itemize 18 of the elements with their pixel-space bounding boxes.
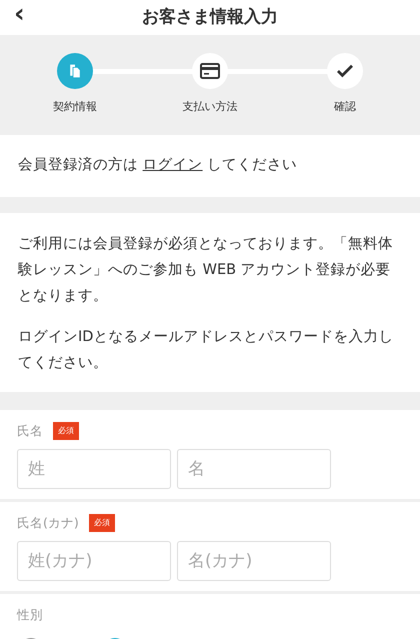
field-label: 氏名	[17, 422, 43, 440]
info-paragraph: ご利用には会員登録が必須となっております。「無料体験レッスン」へのご参加も WEB アカウント登録が必要となります。	[18, 235, 394, 306]
info-paragraph: ログインIDとなるメールアドレスとパスワードを入力してください。	[18, 328, 394, 373]
input-field[interactable]: 姓	[17, 449, 171, 489]
field-label: 氏名(カナ)	[17, 514, 79, 532]
step-label: 契約情報	[53, 99, 97, 115]
login-notice: 会員登録済の方は ログイン してください	[18, 156, 298, 176]
required-badge: 必須	[53, 422, 79, 440]
page-title: お客さま情報入力	[142, 6, 278, 29]
input-field[interactable]: 姓(カナ)	[17, 541, 171, 581]
required-badge: 必須	[88, 514, 115, 532]
back-button[interactable]: ‹	[14, 0, 25, 28]
login-link[interactable]: ログイン	[142, 157, 203, 174]
input-field[interactable]: 名(カナ)	[177, 541, 331, 581]
step-label: 支払い方法	[182, 99, 238, 115]
step-label: 確認	[334, 99, 356, 115]
input-field[interactable]: 名	[177, 449, 331, 489]
field-label: 性別	[17, 606, 43, 624]
